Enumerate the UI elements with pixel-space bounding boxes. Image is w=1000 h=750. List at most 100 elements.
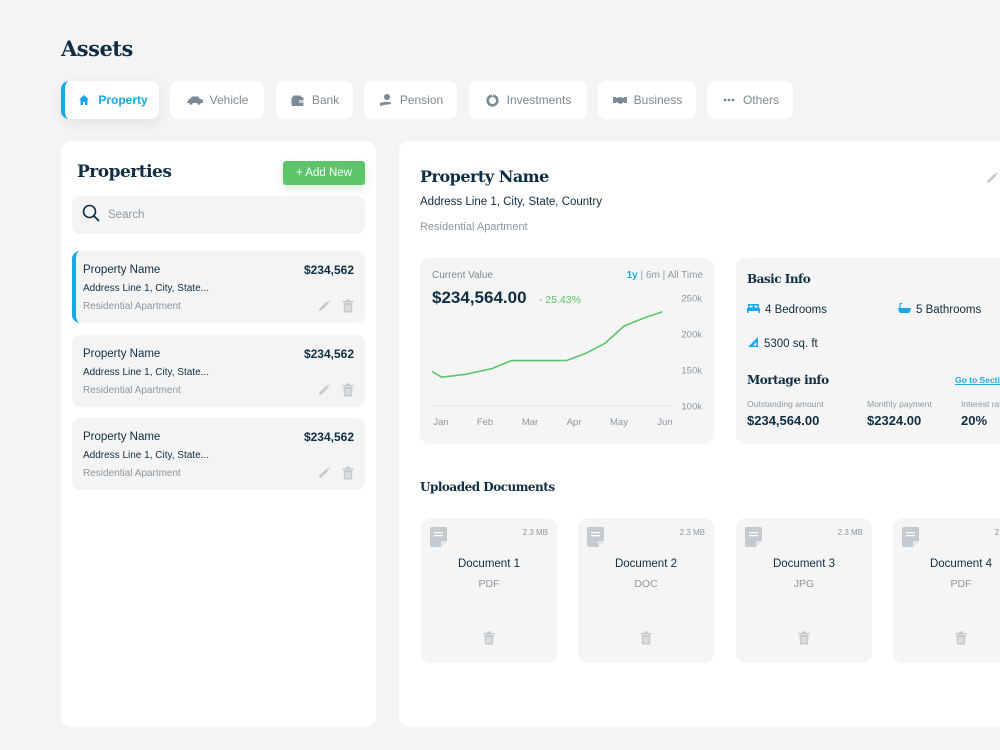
tab-business[interactable]: Business [598,81,696,119]
property-name: Property Name [83,264,161,276]
document-card[interactable]: 2.3 MB Document 2 DOC [578,518,714,663]
property-name: Property Name [83,431,161,443]
pencil-icon[interactable] [985,171,999,185]
item-actions [317,299,355,313]
y-tick-label: 100k [681,402,702,413]
tab-label: Business [633,93,683,107]
document-size: 2.3 MB [679,528,705,537]
property-list-item[interactable]: Property Name $234,562 Address Line 1, C… [72,418,365,490]
home-icon [76,93,92,107]
search-icon [82,204,100,227]
value-line-chart: 250k 200k 150k 100k Jan Feb Mar Apr May Jun [431,294,702,428]
pencil-icon[interactable] [317,383,331,397]
monthly-payment-label: Monthly payment [867,399,932,409]
tab-pension[interactable]: Pension [364,81,457,119]
document-card[interactable]: 2.3 MB Document 1 PDF [421,518,557,663]
tab-label: Investments [506,93,572,107]
tab-property[interactable]: Property [61,81,159,119]
trash-icon[interactable] [482,631,496,645]
document-size: 2.3 MB [994,528,1000,537]
property-name: Property Name [83,348,161,360]
pie-ring-icon [485,93,501,107]
tab-label: Vehicle [209,93,249,107]
x-tick-label: Jan [433,417,448,428]
property-price: $234,562 [303,347,354,361]
document-card[interactable]: 2.3 MB Document 4 PDF [893,518,1000,663]
x-tick-label: Feb [477,417,493,428]
document-size: 2.3 MB [522,528,548,537]
trash-icon[interactable] [797,631,811,645]
x-tick-label: Mar [522,417,538,428]
property-address: Address Line 1, City, State... [83,367,209,378]
document-name: Document 2 [614,558,677,570]
more-dots-icon [721,93,737,107]
property-type: Residential Apartment [83,301,181,312]
x-tick-label: May [610,417,628,428]
uploaded-documents-title: Uploaded Documents [420,480,555,494]
document-name: Document 1 [457,558,520,570]
file-icon [745,527,762,552]
property-address: Address Line 1, City, State... [83,450,209,461]
y-tick-label: 150k [681,366,702,377]
property-list-item[interactable]: Property Name $234,562 Address Line 1, C… [72,251,365,323]
tab-label: Bank [311,93,340,107]
property-type: Residential Apartment [83,468,181,479]
trash-icon[interactable] [341,299,355,313]
property-address: Address Line 1, City, State... [83,283,209,294]
wallet-icon [290,93,306,107]
document-card[interactable]: 2.3 MB Document 3 JPG [736,518,872,663]
document-size: 2.3 MB [837,528,863,537]
y-tick-label: 250k [681,294,702,305]
property-price: $234,562 [303,430,354,444]
search-input[interactable] [108,209,328,221]
mortgage-title: Mortage info [747,373,829,387]
add-new-button[interactable]: + Add New [283,161,365,185]
properties-title: Properties [77,162,172,182]
bathrooms-text: 5 Bathrooms [916,304,982,316]
document-type: DOC [634,578,658,590]
tab-label: Property [98,93,148,107]
document-type: PDF [950,578,972,590]
car-icon [186,93,204,107]
current-value-card: Current Value 1y | 6m | All Time $234,56… [420,258,714,444]
document-name: Document 4 [929,558,992,570]
area-text: 5300 sq. ft [764,337,818,350]
y-tick-label: 200k [681,330,702,341]
pencil-icon[interactable] [317,466,331,480]
property-price: $234,562 [303,263,354,277]
trash-icon[interactable] [341,466,355,480]
outstanding-amount-label: Outstanding amount [747,399,824,409]
tab-others[interactable]: Others [707,81,793,119]
detail-title: Property Name [420,167,549,186]
bathtub-icon [898,302,911,317]
pencil-icon[interactable] [317,299,331,313]
basic-info-card: Basic Info 4 Bedrooms 5 Bathrooms 5300 s… [736,258,1000,444]
search-box [72,196,365,234]
handshake-icon [612,93,628,107]
document-type: PDF [478,578,500,590]
property-detail-panel: Property Name Address Line 1, City, Stat… [399,141,1000,727]
series-line-value [431,310,663,378]
tab-investments[interactable]: Investments [469,81,587,119]
file-icon [430,527,447,552]
trash-icon[interactable] [341,383,355,397]
file-icon [902,527,919,552]
tab-vehicle[interactable]: Vehicle [170,81,264,119]
tab-label: Others [742,93,779,107]
bed-icon [747,303,760,316]
tab-label: Pension [399,93,444,107]
detail-type: Residential Apartment [420,221,528,233]
trash-icon[interactable] [954,631,968,645]
interest-rate-value: 20% [961,413,988,428]
property-list-item[interactable]: Property Name $234,562 Address Line 1, C… [72,335,365,407]
detail-address: Address Line 1, City, State, Country [420,196,602,208]
bedrooms-feature: 4 Bedrooms [747,303,827,316]
tab-bank[interactable]: Bank [276,81,353,119]
item-actions [317,466,355,480]
monthly-payment-value: $2324.00 [867,413,922,428]
area-feature: 5300 sq. ft [747,336,818,351]
go-to-section-link[interactable]: Go to Section [955,375,1000,385]
x-tick-label: Apr [567,417,582,428]
trash-icon[interactable] [639,631,653,645]
item-actions [317,383,355,397]
